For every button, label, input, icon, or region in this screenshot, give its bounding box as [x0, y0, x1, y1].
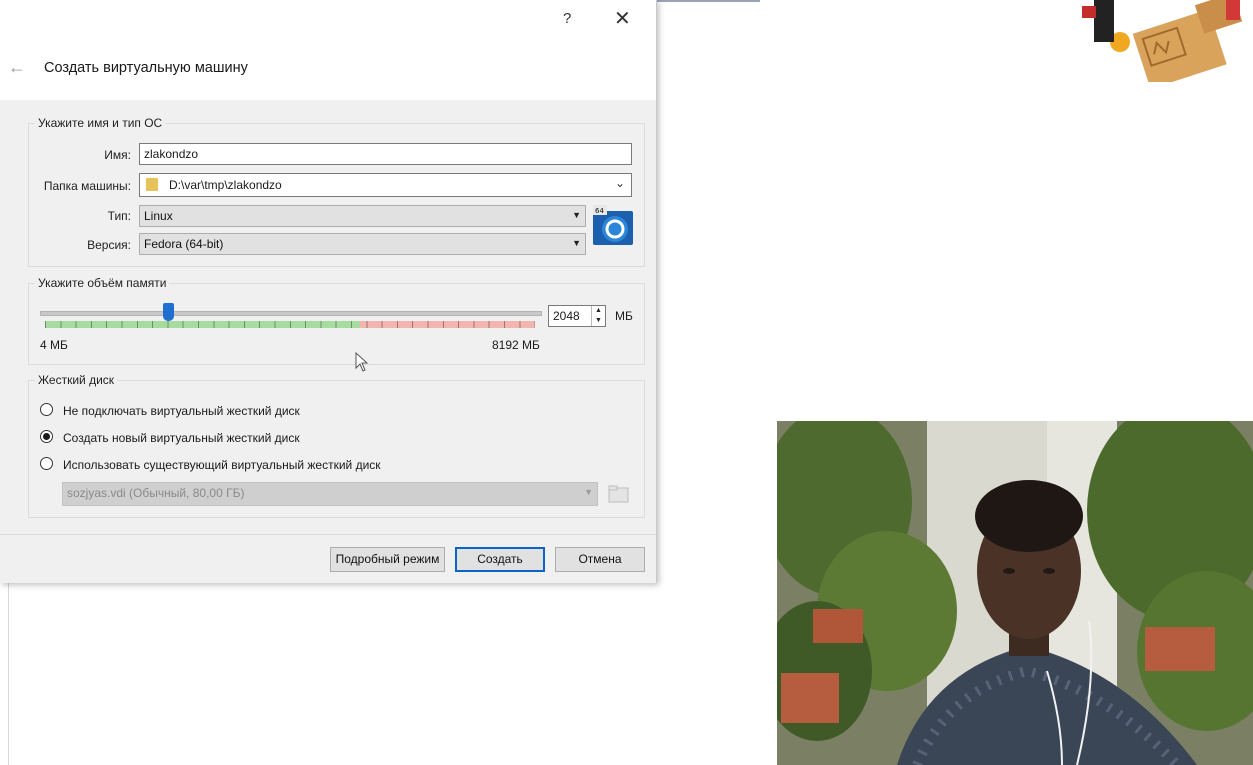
chevron-down-icon[interactable]: ⌄: [615, 176, 625, 190]
memory-slider-thumb[interactable]: [163, 303, 174, 321]
memory-max-label: 8192 МБ: [492, 338, 540, 352]
dialog-title: Создать виртуальную машину: [44, 60, 248, 76]
fedora-64-icon: 64: [593, 205, 633, 245]
spin-arrows-icon[interactable]: ▲ ▼: [591, 306, 605, 326]
name-input[interactable]: zlakondzo: [139, 143, 632, 165]
type-label: Тип:: [107, 209, 131, 223]
existing-disk-select: sozjyas.vdi (Обычный, 80,00 ГБ) ▼: [62, 482, 598, 506]
button-bar: [0, 534, 656, 535]
radio-no-disk-label[interactable]: Не подключать виртуальный жесткий диск: [63, 404, 300, 418]
webcam-feed: [777, 421, 1253, 765]
back-arrow-icon[interactable]: ←: [8, 57, 26, 78]
memory-unit: МБ: [615, 309, 633, 323]
folder-browse-icon: [608, 485, 629, 503]
disk-group-legend: Жесткий диск: [35, 373, 118, 387]
radio-existing-disk-label[interactable]: Использовать существующий виртуальный же…: [63, 458, 381, 472]
radio-no-disk[interactable]: [40, 403, 53, 416]
radio-existing-disk[interactable]: [40, 457, 53, 470]
memory-value: 2048: [553, 309, 580, 323]
memory-group-legend: Укажите объём памяти: [35, 276, 170, 290]
existing-disk-value: sozjyas.vdi (Обычный, 80,00 ГБ): [67, 486, 245, 500]
version-label: Версия:: [87, 238, 131, 252]
cancel-button[interactable]: Отмена: [555, 547, 645, 572]
type-select[interactable]: Linux ▼: [139, 205, 586, 227]
background-window: [0, 583, 9, 765]
dropdown-arrow-icon: ▼: [572, 238, 581, 248]
memory-scale-ticks: [45, 321, 535, 328]
memory-spinbox[interactable]: 2048 ▲ ▼: [548, 305, 606, 327]
os-group-legend: Укажите имя и тип ОС: [35, 116, 166, 130]
mouse-pointer-icon: [355, 352, 369, 372]
create-vm-dialog: ? ✕ ← Создать виртуальную машину Укажите…: [0, 0, 657, 583]
toolbox-illustration: [1082, 0, 1243, 82]
expert-mode-button[interactable]: Подробный режим: [330, 547, 445, 572]
close-button[interactable]: ✕: [614, 6, 631, 31]
dropdown-arrow-icon: ▼: [584, 487, 593, 497]
create-button[interactable]: Создать: [455, 547, 545, 572]
name-label: Имя:: [104, 148, 131, 162]
memory-slider-track[interactable]: [40, 311, 542, 316]
version-select[interactable]: Fedora (64-bit) ▼: [139, 233, 586, 255]
radio-create-disk[interactable]: [40, 430, 53, 443]
svg-text:64: 64: [595, 207, 604, 215]
dialog-titlebar: ? ✕: [0, 0, 656, 40]
folder-label: Папка машины:: [43, 179, 131, 193]
folder-value: D:\var\tmp\zlakondzo: [169, 178, 282, 192]
version-value: Fedora (64-bit): [144, 237, 224, 251]
folder-icon: [146, 178, 158, 191]
folder-combo[interactable]: D:\var\tmp\zlakondzo ⌄: [139, 173, 632, 197]
help-button[interactable]: ?: [563, 10, 571, 27]
memory-min-label: 4 МБ: [40, 338, 68, 352]
radio-create-disk-label[interactable]: Создать новый виртуальный жесткий диск: [63, 431, 300, 445]
type-value: Linux: [144, 209, 173, 223]
dropdown-arrow-icon: ▼: [572, 210, 581, 220]
dialog-header: ← Создать виртуальную машину: [0, 40, 656, 100]
